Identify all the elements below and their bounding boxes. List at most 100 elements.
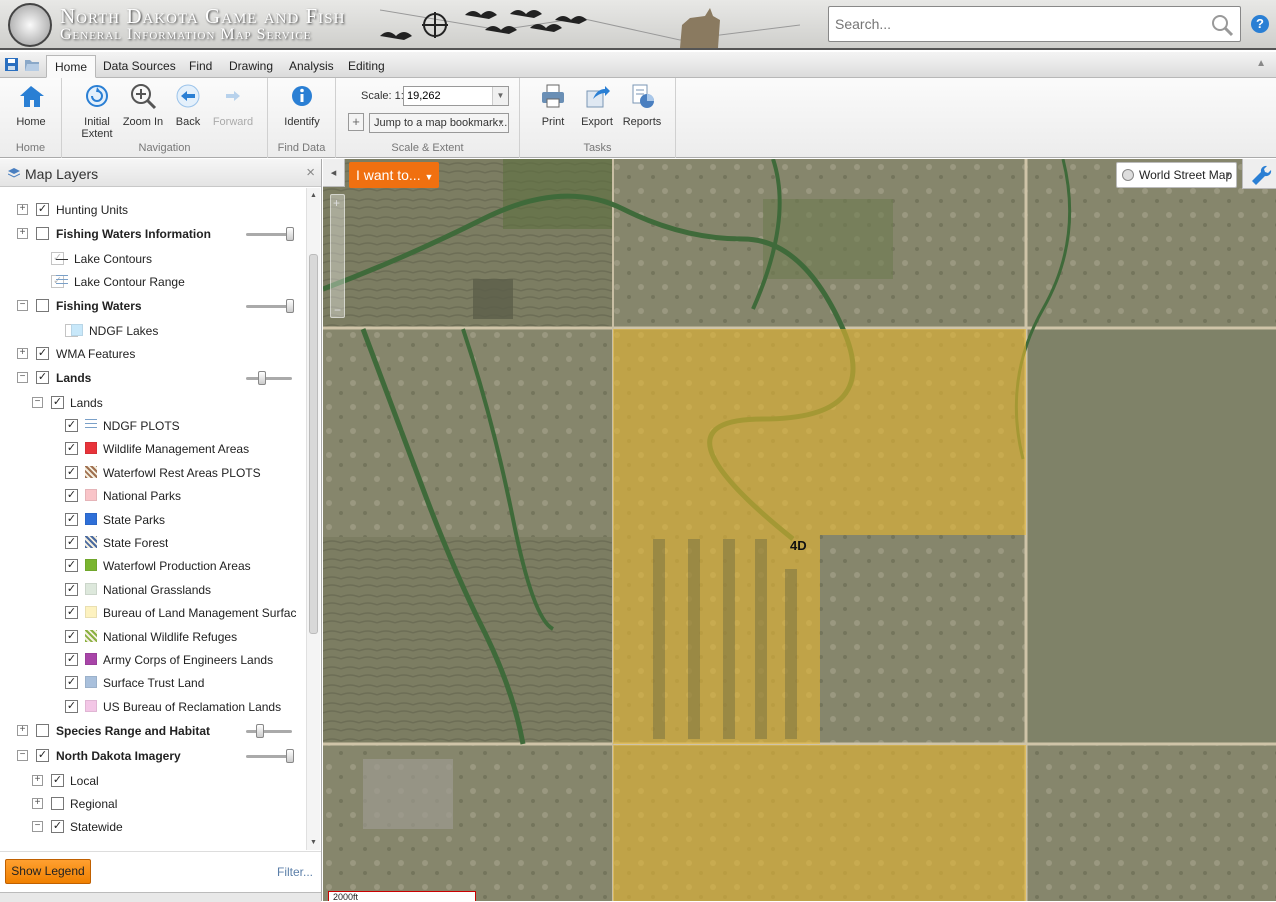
collapse-icon[interactable]: − [32,397,43,408]
layer-checkbox[interactable]: ✓ [51,774,64,787]
expand-icon[interactable]: + [17,348,28,359]
layer-checkbox[interactable]: ✓ [36,347,49,360]
scroll-up-icon[interactable]: ▲ [310,192,317,199]
layer-label[interactable]: Hunting Units [56,203,128,217]
zoom-minus-icon[interactable]: − [334,303,341,317]
scroll-down-icon[interactable]: ▼ [310,839,317,846]
tab-editing[interactable]: Editing [340,55,393,78]
layer-checkbox[interactable]: ✓ [36,749,49,762]
slider-handle[interactable] [285,227,294,241]
layer-label[interactable]: North Dakota Imagery [56,749,181,763]
i-want-to-menu[interactable]: I want to... ▼ [349,162,439,188]
chevron-down-icon[interactable]: ▼ [492,87,508,105]
layer-opacity-slider[interactable] [246,227,294,241]
tab-drawing[interactable]: Drawing [221,55,281,78]
layer-label[interactable]: National Wildlife Refuges [103,630,237,644]
basemap-selector[interactable]: World Street Map ▼ [1116,162,1237,188]
layer-checkbox[interactable]: ✓ [51,820,64,833]
zoom-slider[interactable]: + − [330,194,345,318]
expand-icon[interactable]: + [17,204,28,215]
layer-label[interactable]: Local [70,774,99,788]
identify-button[interactable]: Identify [279,82,325,128]
tab-home[interactable]: Home [46,55,97,78]
layer-checkbox[interactable]: ✓ [65,489,78,502]
zoom-in-button[interactable]: Zoom In [120,82,166,128]
layer-label[interactable]: WMA Features [56,347,135,361]
layer-checkbox[interactable]: ✓ [65,419,78,432]
back-button[interactable]: Back [165,82,211,128]
layer-label[interactable]: Regional [70,797,117,811]
zoom-plus-icon[interactable]: + [333,196,340,210]
tab-analysis[interactable]: Analysis [281,55,342,78]
expand-icon[interactable]: + [17,725,28,736]
open-folder-icon[interactable] [25,58,39,71]
layer-label[interactable]: State Parks [103,513,165,527]
layer-checkbox[interactable]: ✓ [65,676,78,689]
collapse-icon[interactable]: − [32,821,43,832]
slider-handle[interactable] [285,299,294,313]
expand-icon[interactable]: + [32,775,43,786]
layer-label[interactable]: NDGF Lakes [89,324,158,338]
layer-label[interactable]: US Bureau of Reclamation Lands [103,700,281,714]
collapse-icon[interactable]: − [17,300,28,311]
show-legend-button[interactable]: Show Legend [5,859,91,884]
save-icon[interactable] [5,58,19,71]
layer-label[interactable]: State Forest [103,536,168,550]
layer-list-scrollbar[interactable]: ▲ ▼ [306,188,320,850]
layer-label[interactable]: Army Corps of Engineers Lands [103,653,273,667]
forward-button[interactable]: Forward [210,82,256,128]
layer-label[interactable]: Fishing Waters Information [56,227,211,241]
slider-handle[interactable] [255,724,264,738]
layer-label[interactable]: Waterfowl Production Areas [103,559,251,573]
print-button[interactable]: Print [530,82,576,128]
layer-label[interactable]: NDGF PLOTS [103,419,180,433]
collapse-icon[interactable]: − [17,372,28,383]
layer-opacity-slider[interactable] [246,299,294,313]
layer-checkbox[interactable]: ✓ [65,466,78,479]
search-input[interactable] [829,7,1199,41]
layer-label[interactable]: National Grasslands [103,583,211,597]
layer-checkbox[interactable]: ✓ [65,536,78,549]
layer-checkbox[interactable]: ✓ [65,700,78,713]
layer-label[interactable]: Wildlife Management Areas [103,442,249,456]
slider-handle[interactable] [258,371,267,385]
satellite-imagery[interactable] [323,159,1276,901]
bookmark-dropdown[interactable]: Jump to a map bookmark... ▼ [369,113,509,133]
collapse-ribbon-icon[interactable]: ▲ [1256,58,1266,69]
layer-label[interactable]: Lands [70,396,103,410]
search-icon[interactable] [1210,13,1234,37]
layer-label[interactable]: Lake Contour Range [74,275,185,289]
layer-label[interactable]: Surface Trust Land [103,676,204,690]
layer-opacity-slider[interactable] [246,371,292,385]
tab-data-sources[interactable]: Data Sources [95,55,184,78]
add-bookmark-button[interactable]: + [348,113,364,131]
collapse-panel-button[interactable]: ◂ [323,159,345,187]
layer-label[interactable]: Bureau of Land Management Surface ar [103,606,296,620]
slider-handle[interactable] [285,749,294,763]
layer-label[interactable]: Lake Contours [74,252,152,266]
home-button[interactable]: Home [8,82,54,128]
tab-find[interactable]: Find [181,55,220,78]
scrollbar-thumb[interactable] [309,254,318,634]
layer-checkbox[interactable]: ✓ [65,630,78,643]
search-box[interactable] [828,6,1241,42]
layer-checkbox[interactable] [36,299,49,312]
filter-link[interactable]: Filter... [277,865,313,879]
expand-icon[interactable]: + [32,798,43,809]
export-button[interactable]: Export [574,82,620,128]
map-tools-button[interactable] [1242,159,1276,189]
help-icon[interactable]: ? [1251,15,1269,33]
layer-label[interactable]: Waterfowl Rest Areas PLOTS [103,466,261,480]
scale-combobox[interactable]: ▼ [403,86,509,106]
layer-checkbox[interactable] [36,724,49,737]
layer-checkbox[interactable]: ✓ [65,559,78,572]
layer-checkbox[interactable] [36,227,49,240]
layer-opacity-slider[interactable] [246,724,292,738]
layer-checkbox[interactable]: ✓ [65,583,78,596]
layer-checkbox[interactable]: ✓ [65,653,78,666]
layer-checkbox[interactable]: ✓ [36,371,49,384]
close-icon[interactable]: × [306,164,315,181]
initial-extent-button[interactable]: Initial Extent [74,82,120,140]
layer-label[interactable]: Species Range and Habitat [56,724,210,738]
layer-checkbox[interactable] [51,797,64,810]
